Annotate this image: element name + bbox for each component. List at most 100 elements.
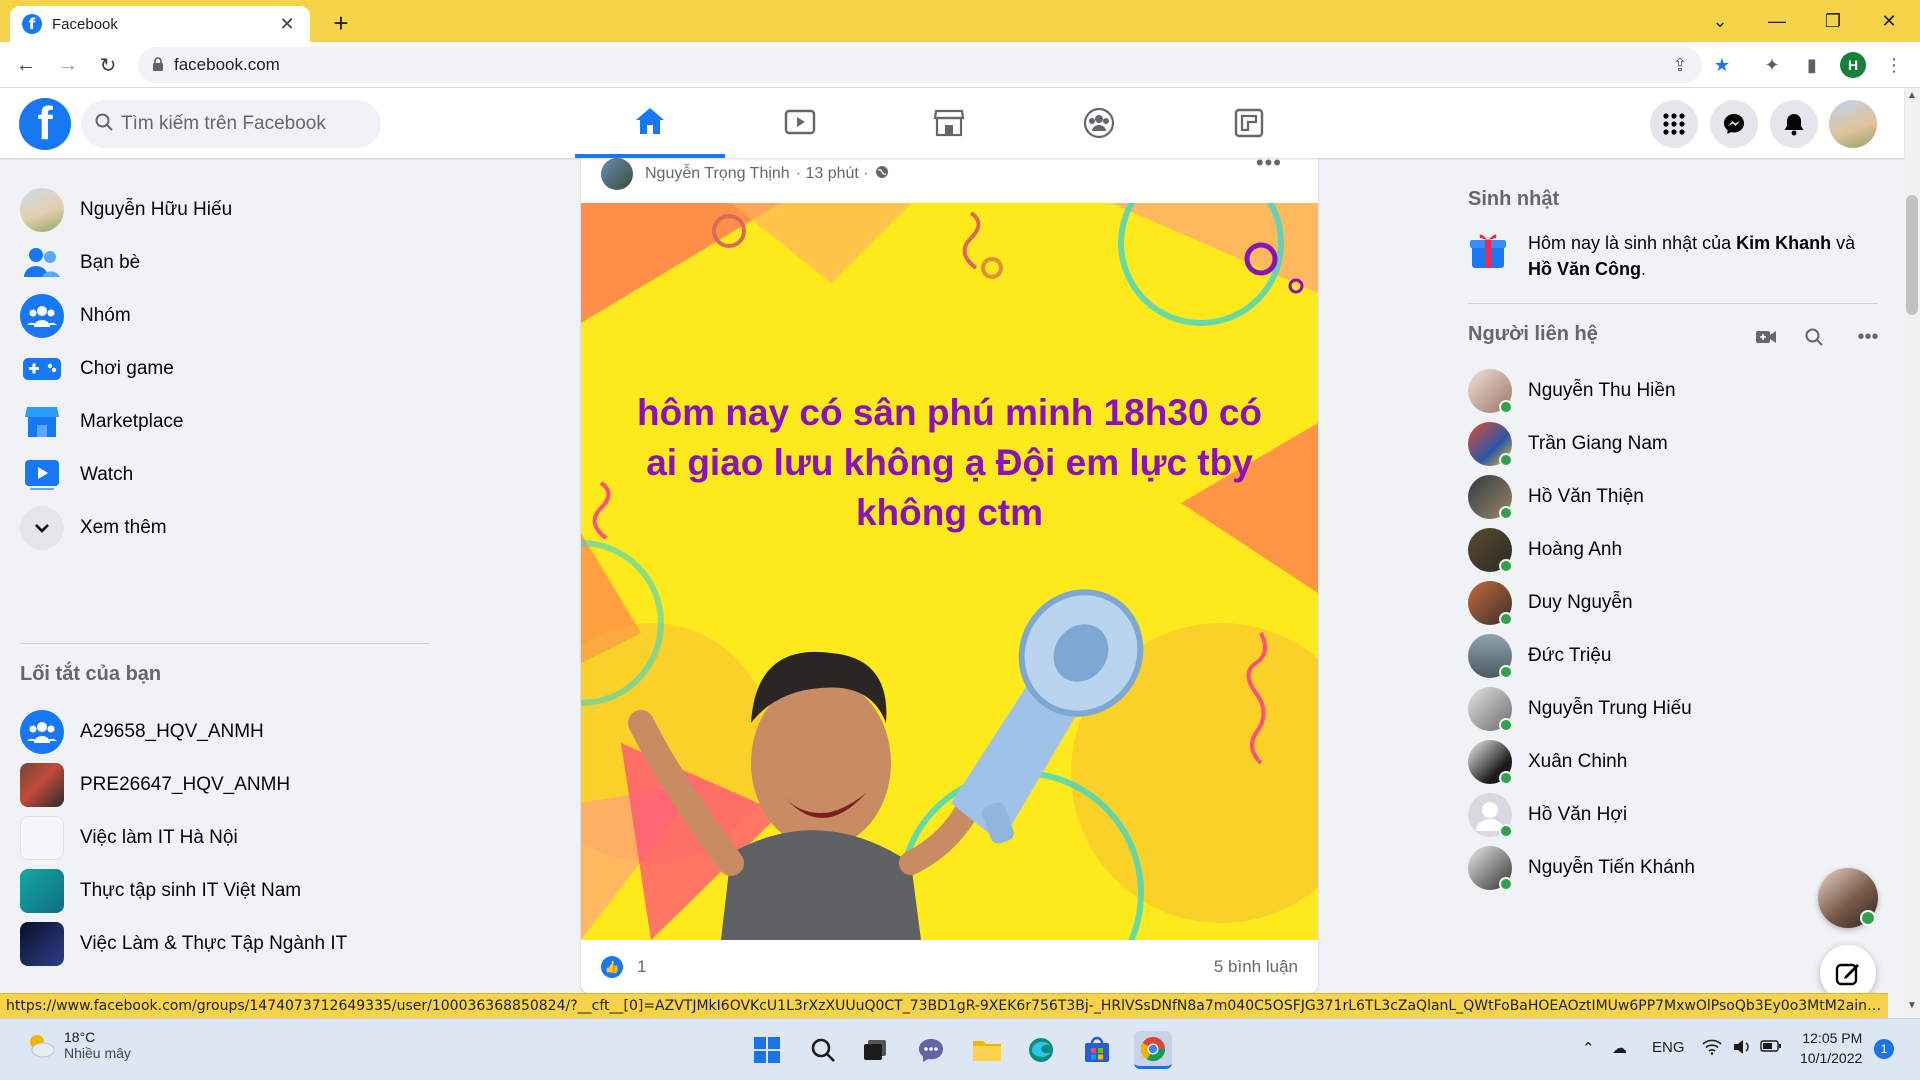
sidebar-item-label: Watch — [80, 464, 134, 485]
contact-item[interactable]: Hoàng Anh — [1468, 522, 1878, 578]
sidebar-item-profile[interactable]: Nguyễn Hữu Hiếu — [12, 182, 432, 238]
wifi-icon[interactable] — [1702, 1039, 1722, 1059]
search-icon[interactable] — [1798, 321, 1830, 353]
chat-head-avatar[interactable] — [1818, 868, 1878, 928]
more-options-icon[interactable]: ••• — [1852, 321, 1884, 353]
notifications-button[interactable] — [1770, 100, 1818, 148]
tab-groups[interactable] — [1024, 88, 1174, 158]
file-explorer-button[interactable] — [968, 1031, 1006, 1069]
post-header: Nguyễn Trọng Thịnh · 13 phút · — [601, 158, 889, 190]
contact-item[interactable]: Đức Triệu — [1468, 628, 1878, 684]
scroll-down-arrow[interactable]: ▼ — [1904, 1000, 1920, 1016]
post-time[interactable]: · 13 phút · — [796, 165, 869, 183]
video-icon — [784, 109, 816, 135]
facebook-search[interactable] — [81, 100, 381, 148]
contact-item[interactable]: Nguyễn Thu Hiền — [1468, 363, 1878, 419]
contact-item[interactable]: Duy Nguyễn — [1468, 575, 1878, 631]
notification-badge[interactable]: 1 — [1874, 1039, 1894, 1059]
bookmark-star-icon[interactable]: ★ — [1706, 50, 1738, 80]
battery-icon[interactable] — [1760, 1039, 1782, 1057]
shortcut-item[interactable]: PRE26647_HQV_ANMH — [12, 757, 432, 813]
teams-chat-button[interactable] — [912, 1031, 950, 1069]
close-window-button[interactable]: ✕ — [1864, 6, 1914, 36]
shortcut-item[interactable]: Thực tập sinh IT Việt Nam — [12, 863, 432, 919]
online-indicator — [1499, 718, 1513, 732]
contact-item[interactable]: Trần Giang Nam — [1468, 416, 1878, 472]
video-call-icon[interactable] — [1750, 321, 1782, 353]
new-tab-button[interactable]: + — [326, 8, 356, 38]
volume-icon[interactable] — [1732, 1039, 1752, 1059]
groups-icon — [20, 294, 64, 338]
chrome-button[interactable] — [1134, 1031, 1172, 1069]
tab-marketplace[interactable] — [874, 88, 1024, 158]
weather-widget[interactable]: 18°C Nhiều mây — [24, 1029, 131, 1061]
sidebar-item-gaming[interactable]: Chơi game — [12, 341, 432, 397]
contact-item[interactable]: Nguyễn Trung Hiếu — [1468, 681, 1878, 737]
task-view-button[interactable] — [856, 1031, 894, 1069]
system-clock[interactable]: 12:05 PM 10/1/2022 — [1800, 1028, 1862, 1068]
tab-search-button[interactable]: ⌄ — [1695, 6, 1745, 36]
chrome-menu-icon[interactable]: ⋮ — [1878, 50, 1910, 80]
sidebar-item-groups[interactable]: Nhóm — [12, 288, 432, 344]
lock-icon[interactable] — [152, 56, 174, 74]
contact-avatar — [1468, 369, 1513, 414]
share-icon[interactable]: ⇪ — [1664, 50, 1696, 80]
shortcut-item[interactable]: Việc Làm & Thực Tập Ngành IT — [12, 916, 432, 972]
minimize-button[interactable]: — — [1752, 6, 1802, 36]
birthday-notice[interactable]: Hôm nay là sinh nhật của Kim Khanh và Hồ… — [1468, 230, 1878, 282]
tray-overflow-icon[interactable]: ⌃ — [1582, 1039, 1595, 1057]
contact-item[interactable]: Xuân Chinh — [1468, 734, 1878, 790]
task-view-icon — [864, 1040, 886, 1060]
watch-icon — [20, 453, 64, 497]
sidebar-item-see-more[interactable]: Xem thêm — [12, 500, 432, 556]
sidebar-item-friends[interactable]: Bạn bè — [12, 235, 432, 291]
close-tab-icon[interactable]: ✕ — [276, 14, 298, 35]
browser-tab[interactable]: f Facebook ✕ — [10, 6, 310, 42]
tab-gaming[interactable] — [1174, 88, 1324, 158]
start-button[interactable] — [748, 1031, 786, 1069]
reload-button[interactable]: ↻ — [92, 50, 124, 80]
like-reaction-icon[interactable]: 👍 — [601, 955, 623, 978]
sidebar-item-marketplace[interactable]: Marketplace — [12, 394, 432, 450]
search-input[interactable] — [121, 113, 361, 135]
profile-avatar[interactable]: H — [1840, 52, 1866, 78]
address-bar[interactable]: facebook.com — [138, 47, 1702, 83]
online-indicator — [1499, 400, 1513, 414]
scroll-up-arrow[interactable]: ▲ — [1904, 90, 1920, 106]
menu-button[interactable] — [1650, 100, 1698, 148]
post-author[interactable]: Nguyễn Trọng Thịnh — [645, 165, 790, 183]
contact-name: Hồ Văn Hợi — [1528, 804, 1628, 825]
birthday-name[interactable]: Hồ Văn Công — [1528, 259, 1641, 279]
side-panel-icon[interactable]: ▮ — [1796, 50, 1828, 80]
compose-icon — [1835, 963, 1859, 986]
input-language[interactable]: ENG — [1652, 1039, 1685, 1056]
edge-button[interactable] — [1022, 1031, 1060, 1069]
contact-item[interactable]: Nguyễn Tiến Khánh — [1468, 840, 1878, 896]
store-button[interactable] — [1078, 1031, 1116, 1069]
author-avatar[interactable] — [601, 158, 633, 190]
user-avatar — [20, 188, 64, 232]
extensions-icon[interactable]: ✦ — [1756, 50, 1788, 80]
shortcut-item[interactable]: A29658_HQV_ANMH — [12, 704, 432, 760]
account-avatar[interactable] — [1829, 100, 1877, 148]
scrollbar-thumb[interactable] — [1906, 195, 1918, 315]
sidebar-item-watch[interactable]: Watch — [12, 447, 432, 503]
messenger-button[interactable] — [1710, 100, 1758, 148]
shortcut-item[interactable]: Việc làm IT Hà Nội — [12, 810, 432, 866]
contact-item[interactable]: Hồ Văn Thiện — [1468, 469, 1878, 525]
back-button[interactable]: ← — [10, 50, 42, 80]
post-image[interactable]: hôm nay có sân phú minh 18h30 có ai giao… — [581, 203, 1318, 940]
facebook-logo[interactable]: f — [19, 98, 71, 150]
taskbar-search-button[interactable] — [804, 1031, 842, 1069]
contact-item[interactable]: Hồ Văn Hợi — [1468, 787, 1878, 843]
forward-button[interactable]: → — [52, 50, 84, 80]
comment-count[interactable]: 5 bình luận — [1214, 957, 1298, 977]
onedrive-icon[interactable]: ☁ — [1612, 1039, 1627, 1057]
tab-home[interactable] — [575, 88, 725, 158]
group-avatar — [20, 869, 64, 913]
birthday-name[interactable]: Kim Khanh — [1736, 233, 1831, 253]
contact-avatar — [1468, 581, 1513, 626]
tab-watch[interactable] — [725, 88, 875, 158]
restore-button[interactable]: ❐ — [1808, 6, 1858, 36]
reaction-count[interactable]: 1 — [637, 957, 646, 977]
